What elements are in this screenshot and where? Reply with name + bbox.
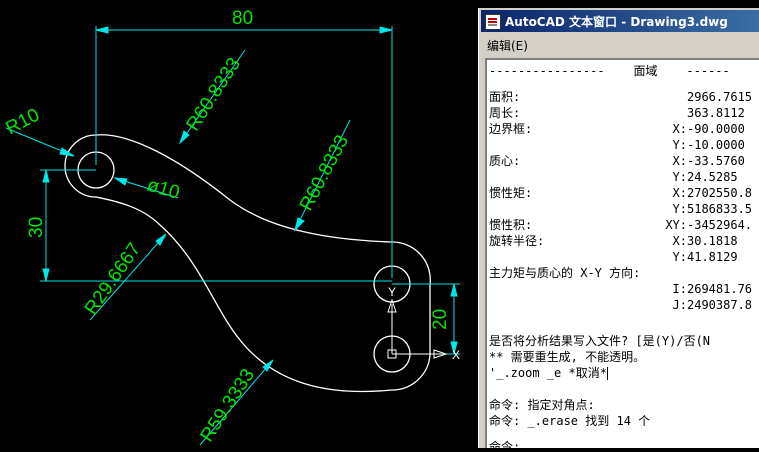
property-label: 主力矩与质心的 X-Y 方向: <box>489 266 641 280</box>
property-value: 30.1818 <box>687 234 738 248</box>
ucs-y-label: Y <box>388 285 396 299</box>
property-row: Y: 41.8129 <box>489 250 759 265</box>
property-axis: Y: <box>672 250 687 264</box>
property-axis: Y: <box>672 202 687 216</box>
property-row: 惯性矩: X: 2702550.8 <box>489 186 759 201</box>
prompt-write-file: 是否将分析结果写入文件? [是(Y)/否(N <box>489 334 711 348</box>
property-label: 惯性积: <box>489 218 533 232</box>
property-axis: XY: <box>665 218 687 232</box>
command-erase: 命令: _.erase 找到 14 个 <box>489 414 651 428</box>
drawing-svg[interactable]: 80 R10 R60.8333 R60.8333 ø10 30 R29.6667… <box>0 0 478 448</box>
command-corner: 命令: 指定对角点: <box>489 398 595 412</box>
property-label: 惯性矩: <box>489 186 533 200</box>
menu-edit[interactable]: 编辑(E) <box>487 37 528 54</box>
property-row: I: 269481.76 <box>489 282 759 297</box>
property-label: 面积: <box>489 90 521 104</box>
window-title: AutoCAD 文本窗口 - Drawing3.dwg <box>505 15 728 29</box>
property-value: 5186833.5 <box>687 202 753 216</box>
title-bar[interactable]: AutoCAD 文本窗口 - Drawing3.dwg <box>481 10 759 32</box>
ucs-x-label: X <box>452 348 460 362</box>
property-value: -33.5760 <box>687 154 745 168</box>
property-axis: X: <box>672 186 687 200</box>
text-history[interactable]: ---------------- 面域 ------ 面积: 2966.7615 周… <box>485 58 759 448</box>
autocad-app-icon <box>485 14 501 30</box>
property-value: 2966.7615 <box>687 90 753 104</box>
command-prompt[interactable]: 命令: <box>489 440 520 448</box>
property-row: 主力矩与质心的 X-Y 方向: <box>489 266 759 281</box>
property-axis: I: <box>672 282 687 296</box>
property-value: 24.5285 <box>687 170 738 184</box>
dim-radius-hole: R10 <box>2 105 43 140</box>
property-axis: X: <box>672 122 687 136</box>
property-value: 269481.76 <box>687 282 753 296</box>
region-header: ---------------- 面域 ------ <box>489 64 730 78</box>
property-axis: Y: <box>672 138 687 152</box>
property-label: 旋转半径: <box>489 234 545 248</box>
property-row: 惯性积: XY: -3452964. <box>489 218 759 233</box>
dim-top-width: 80 <box>232 8 253 29</box>
property-row: Y: 24.5285 <box>489 170 759 185</box>
property-row: Y: 5186833.5 <box>489 202 759 217</box>
property-row: 质心: X: -33.5760 <box>489 154 759 169</box>
property-value: 2490387.8 <box>687 298 753 312</box>
regen-message: ** 需要重生成, 不能透明。 <box>489 350 646 364</box>
property-axis: X: <box>672 154 687 168</box>
dim-radius-lower: R59.3333 <box>197 365 259 446</box>
property-value: -90.0000 <box>687 122 745 136</box>
text-caret <box>606 367 608 380</box>
property-label: 周长: <box>489 106 521 120</box>
property-value: -10.0000 <box>687 138 745 152</box>
dim-radius-upper-left: R60.8333 <box>183 54 245 135</box>
dim-height-left: 30 <box>26 217 47 238</box>
property-axis: J: <box>672 298 687 312</box>
zoom-command: '_.zoom _e *取消* <box>489 366 607 380</box>
property-row: Y: -10.0000 <box>489 138 759 153</box>
dim-radius-upper-right: R60.8333 <box>296 132 353 215</box>
property-row: 旋转半径: X: 30.1818 <box>489 234 759 249</box>
dim-height-right: 20 <box>430 309 451 330</box>
property-value: -3452964. <box>687 218 753 232</box>
menu-bar: 编辑(E) <box>481 34 759 54</box>
property-label: 边界框: <box>489 122 533 136</box>
property-axis: Y: <box>672 170 687 184</box>
property-row: 面积: 2966.7615 <box>489 90 759 105</box>
property-value: 2702550.8 <box>687 186 753 200</box>
property-row: 周长: 363.8112 <box>489 106 759 121</box>
property-row: 边界框: X: -90.0000 <box>489 122 759 137</box>
property-value: 363.8112 <box>687 106 745 120</box>
text-window[interactable]: AutoCAD 文本窗口 - Drawing3.dwg 编辑(E) ------… <box>478 8 759 448</box>
property-row: J: 2490387.8 <box>489 298 759 313</box>
property-value: 41.8129 <box>687 250 738 264</box>
property-axis: X: <box>672 234 687 248</box>
dim-diameter: ø10 <box>145 175 182 204</box>
zoom-command-line: '_.zoom _e *取消* <box>489 366 608 381</box>
property-label: 质心: <box>489 154 521 168</box>
drawing-canvas[interactable]: 80 R10 R60.8333 R60.8333 ø10 30 R29.6667… <box>0 0 478 448</box>
dim-radius-inner: R29.6667 <box>81 239 145 319</box>
